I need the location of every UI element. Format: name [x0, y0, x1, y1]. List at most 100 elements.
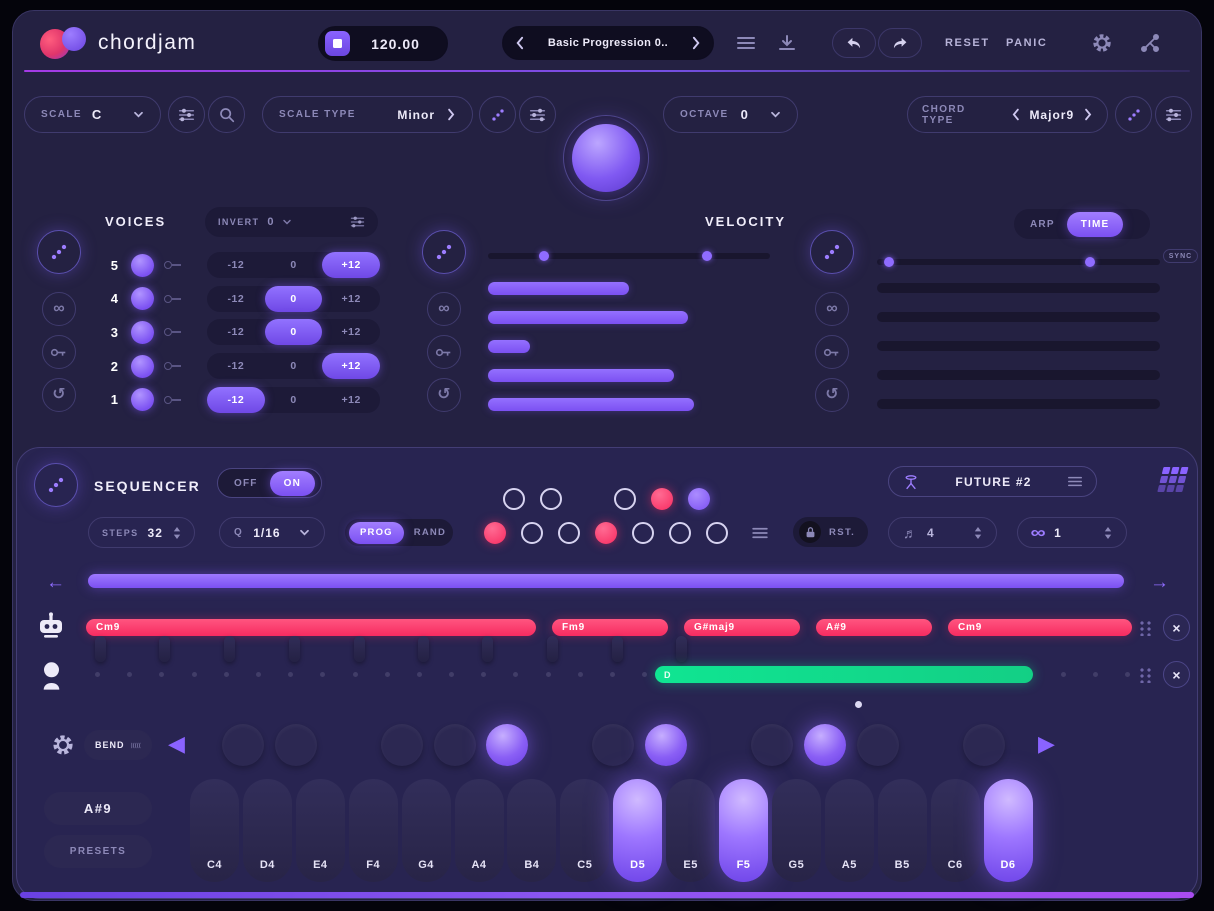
- voice-transpose-option[interactable]: +12: [322, 353, 381, 380]
- redo-button[interactable]: [878, 28, 922, 58]
- reset-button[interactable]: RESET: [945, 37, 990, 49]
- scale-search-button[interactable]: [208, 96, 245, 133]
- pad-F#5[interactable]: [750, 724, 793, 766]
- key-A5[interactable]: A5: [824, 779, 874, 882]
- menu-icon[interactable]: [737, 36, 755, 50]
- octave-right-triangle[interactable]: ▶: [1038, 733, 1055, 755]
- bend-button[interactable]: BEND: [84, 730, 152, 760]
- velocity-bar[interactable]: [488, 282, 629, 295]
- voice-link-icon[interactable]: [164, 294, 188, 303]
- seq-step-outline[interactable]: [540, 488, 562, 510]
- chord-lane-close-button[interactable]: ×: [1163, 614, 1190, 641]
- voice-transpose-option[interactable]: +12: [322, 286, 380, 312]
- lock-button[interactable]: [799, 521, 821, 543]
- pad-D#5[interactable]: [645, 724, 688, 766]
- chord-slider-handle[interactable]: [159, 636, 171, 662]
- reset-sequence-control[interactable]: RST.: [793, 517, 868, 547]
- preset-name[interactable]: Basic Progression 0..: [524, 37, 692, 49]
- chord-block[interactable]: A#9: [816, 619, 933, 636]
- key-G5[interactable]: G5: [771, 779, 821, 882]
- quantize-control[interactable]: Q 1/16: [219, 517, 325, 548]
- stop-button[interactable]: [325, 31, 350, 56]
- key-F4[interactable]: F4: [348, 779, 398, 882]
- velocity-bar[interactable]: [488, 311, 689, 324]
- voice-link-icon[interactable]: [164, 261, 188, 269]
- seq-step-outline[interactable]: [614, 488, 636, 510]
- voice-transpose-option[interactable]: 0: [265, 252, 323, 278]
- chevron-left-icon[interactable]: [1011, 108, 1020, 121]
- chord-slider-handle[interactable]: [353, 636, 365, 662]
- scale-adjust-button[interactable]: [519, 96, 556, 133]
- voice-toggle[interactable]: [131, 320, 154, 344]
- voice-transpose-option[interactable]: 0: [265, 353, 323, 379]
- scroll-right-arrow[interactable]: →: [1150, 573, 1169, 592]
- seq-step-outline[interactable]: [521, 522, 543, 544]
- seq-step-pink[interactable]: [484, 522, 506, 544]
- pad-G#5[interactable]: [803, 724, 846, 766]
- velocity-range-slider[interactable]: [488, 251, 770, 261]
- preset-prev-icon[interactable]: [515, 36, 524, 50]
- key-D4[interactable]: D4: [242, 779, 292, 882]
- seq-step-outline[interactable]: [669, 522, 691, 544]
- chord-slider-handle[interactable]: [224, 636, 236, 662]
- robot-icon[interactable]: [36, 610, 66, 640]
- voice-transpose-option[interactable]: -12: [207, 353, 265, 379]
- voice-link-icon[interactable]: [164, 362, 188, 371]
- voice-transpose-option[interactable]: -12: [207, 386, 265, 413]
- steps-control[interactable]: STEPS 32: [88, 517, 195, 548]
- seq-step-outline[interactable]: [706, 522, 728, 544]
- chord-random-button[interactable]: [1115, 96, 1152, 133]
- chord-block[interactable]: Fm9: [551, 619, 669, 636]
- current-chord-display[interactable]: A#9: [44, 792, 152, 825]
- sliders-icon[interactable]: [350, 215, 365, 229]
- key-B4[interactable]: B4: [507, 779, 557, 882]
- arp-time-toggle[interactable]: ARP TIME: [1014, 209, 1150, 239]
- pad-D#4[interactable]: [274, 724, 317, 766]
- seq-off-option[interactable]: OFF: [222, 478, 270, 489]
- page-indicator-dot[interactable]: [855, 701, 862, 708]
- voices-refresh-button[interactable]: ↺: [42, 378, 76, 412]
- time-bar-track[interactable]: [877, 370, 1160, 380]
- seq-step-outline[interactable]: [503, 488, 525, 510]
- velocity-bar[interactable]: [488, 398, 694, 411]
- pad-A#4[interactable]: [486, 724, 529, 766]
- time-bar-track[interactable]: [877, 341, 1160, 351]
- time-bar-track[interactable]: [877, 312, 1160, 322]
- voice-transpose-option[interactable]: 0: [265, 387, 323, 413]
- octave-selector[interactable]: OCTAVE 0: [663, 96, 798, 133]
- panic-button[interactable]: PANIC: [1006, 37, 1047, 49]
- stepper-icon[interactable]: [1104, 526, 1112, 539]
- time-range-slider[interactable]: [877, 257, 1160, 267]
- bars-control[interactable]: ♬ 4: [888, 517, 997, 548]
- loop-control[interactable]: ∞ 1: [1017, 517, 1127, 548]
- velocity-refresh-button[interactable]: ↺: [427, 378, 461, 412]
- chord-slider-handle[interactable]: [547, 636, 559, 662]
- velocity-slider-handle[interactable]: [538, 251, 549, 261]
- sequencer-power-toggle[interactable]: OFF ON: [217, 468, 322, 498]
- voice-transpose-option[interactable]: -12: [207, 252, 265, 278]
- presets-button[interactable]: PRESETS: [44, 835, 152, 868]
- key-C4[interactable]: C4: [190, 779, 239, 882]
- scale-selector[interactable]: SCALE C: [24, 96, 161, 133]
- preset-next-icon[interactable]: [692, 36, 701, 50]
- velocity-infinity-button[interactable]: ∞: [427, 292, 461, 326]
- voice-toggle[interactable]: [131, 388, 154, 412]
- velocity-lock-button[interactable]: [427, 335, 461, 369]
- settings-gear-icon[interactable]: [1092, 33, 1112, 53]
- timing-lock-button[interactable]: [815, 335, 849, 369]
- timing-refresh-button[interactable]: ↺: [815, 378, 849, 412]
- voice-toggle[interactable]: [131, 253, 154, 277]
- chord-slider-handle[interactable]: [288, 636, 300, 662]
- chord-lane-grip[interactable]: [1140, 620, 1151, 636]
- stepper-icon[interactable]: [974, 526, 982, 539]
- time-bar-track[interactable]: [877, 399, 1160, 409]
- scale-sliders-button[interactable]: [168, 96, 205, 133]
- pad-C#6[interactable]: [962, 724, 1005, 766]
- sequence-range-bar[interactable]: [88, 574, 1124, 588]
- key-D6[interactable]: D6: [983, 779, 1033, 882]
- key-D5[interactable]: D5: [613, 779, 663, 882]
- invert-control[interactable]: INVERT 0: [205, 207, 378, 237]
- voice-toggle[interactable]: [131, 287, 154, 311]
- pad-G#4[interactable]: [433, 724, 476, 766]
- chord-block[interactable]: G#maj9: [683, 619, 801, 636]
